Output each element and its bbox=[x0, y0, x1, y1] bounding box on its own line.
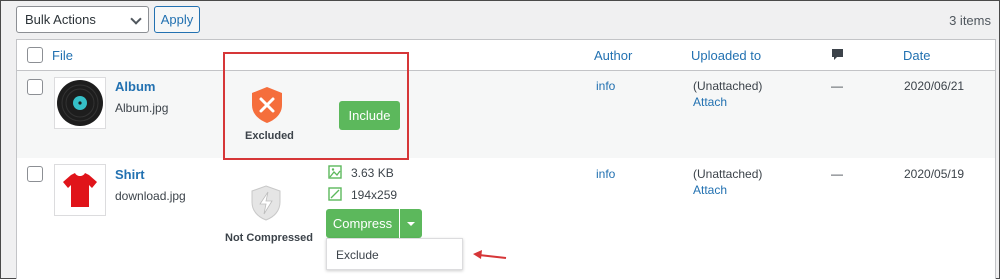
column-uploaded-to[interactable]: Uploaded to bbox=[691, 48, 761, 63]
comment-count: — bbox=[831, 167, 843, 181]
comment-count: — bbox=[831, 79, 843, 93]
column-date[interactable]: Date bbox=[903, 48, 930, 63]
attach-link[interactable]: Attach bbox=[693, 183, 727, 197]
media-library-screen: Bulk Actions Apply 3 items File Author U… bbox=[0, 0, 1000, 279]
image-size-icon bbox=[328, 165, 342, 179]
highlight-box bbox=[223, 52, 409, 160]
uploaded-to-text: (Unattached) bbox=[693, 167, 763, 181]
column-author[interactable]: Author bbox=[594, 48, 632, 63]
shirt-thumbnail[interactable] bbox=[54, 164, 106, 216]
apply-button[interactable]: Apply bbox=[154, 6, 200, 33]
file-title-link[interactable]: Album bbox=[115, 79, 155, 94]
column-file[interactable]: File bbox=[52, 48, 73, 63]
item-count: 3 items bbox=[949, 13, 991, 28]
author-link[interactable]: info bbox=[596, 79, 615, 93]
image-dimensions: 194x259 bbox=[351, 188, 398, 202]
caret-down-icon bbox=[407, 222, 415, 226]
table-header: File Author Uploaded to Date bbox=[17, 40, 995, 71]
not-compressed-status-label: Not Compressed bbox=[225, 232, 314, 244]
tshirt-icon bbox=[63, 173, 97, 207]
compress-button[interactable]: Compress bbox=[326, 209, 399, 238]
compress-options-toggle[interactable] bbox=[400, 209, 422, 238]
select-all-checkbox[interactable] bbox=[27, 47, 43, 63]
file-size: 3.63 KB bbox=[351, 166, 394, 180]
row-checkbox[interactable] bbox=[27, 166, 43, 182]
album-thumbnail[interactable] bbox=[54, 77, 106, 129]
author-link[interactable]: info bbox=[596, 167, 615, 181]
bulk-actions-label: Bulk Actions bbox=[25, 12, 96, 27]
dimensions-icon bbox=[328, 187, 342, 201]
comment-icon[interactable] bbox=[831, 48, 844, 61]
arrow-left-icon bbox=[473, 250, 507, 259]
attach-link[interactable]: Attach bbox=[693, 95, 727, 109]
media-table: File Author Uploaded to Date Album Album… bbox=[16, 39, 996, 279]
file-name: Album.jpg bbox=[115, 101, 169, 115]
file-title-link[interactable]: Shirt bbox=[115, 167, 145, 182]
date-text: 2020/06/21 bbox=[904, 79, 965, 93]
exclude-menu-item[interactable]: Exclude bbox=[336, 248, 379, 262]
not-compressed-shield-icon bbox=[251, 185, 281, 221]
table-row: Album Album.jpg Excluded Include info (U… bbox=[17, 71, 995, 158]
uploaded-to-text: (Unattached) bbox=[693, 79, 763, 93]
date-text: 2020/05/19 bbox=[904, 167, 965, 181]
bulk-actions-select[interactable]: Bulk Actions bbox=[16, 6, 149, 33]
vinyl-record-icon bbox=[57, 80, 103, 126]
row-checkbox[interactable] bbox=[27, 79, 43, 95]
chevron-down-icon bbox=[130, 13, 142, 25]
table-toolbar: Bulk Actions Apply 3 items bbox=[16, 6, 999, 34]
file-name: download.jpg bbox=[115, 189, 186, 203]
compress-dropdown-menu: Exclude bbox=[326, 238, 463, 270]
